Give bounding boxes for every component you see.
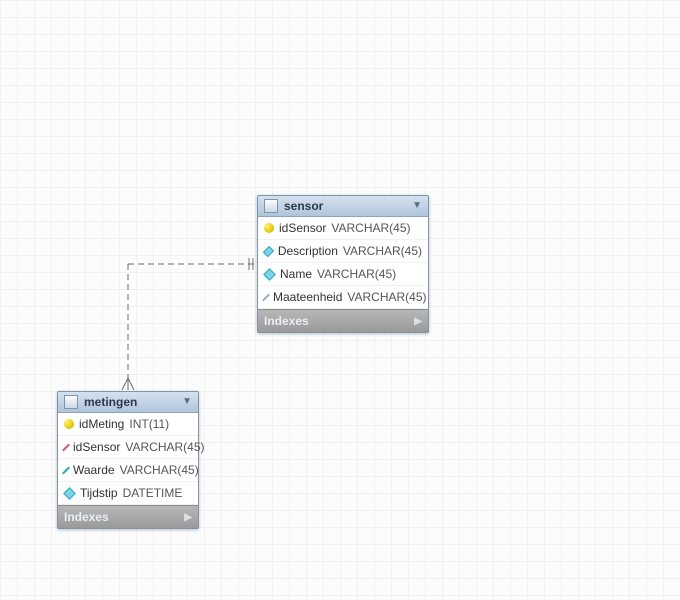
column-name: Maateenheid (273, 290, 342, 304)
column-idSensor[interactable]: idSensor VARCHAR(45) (258, 217, 428, 240)
column-name: Description (278, 244, 338, 258)
column-name: idSensor (279, 221, 326, 235)
indexes-section[interactable]: Indexes ▶ (258, 309, 428, 332)
table-header-sensor[interactable]: sensor ▼ (258, 196, 428, 217)
column-type: VARCHAR(45) (347, 290, 426, 304)
attribute-icon (263, 268, 276, 281)
column-idSensor[interactable]: idSensor VARCHAR(45) (58, 436, 198, 459)
collapse-icon[interactable]: ▼ (182, 397, 192, 407)
column-Tijdstip[interactable]: Tijdstip DATETIME (58, 482, 198, 505)
column-name: idSensor (73, 440, 120, 454)
attribute-icon (63, 487, 76, 500)
table-metingen[interactable]: metingen ▼ idMeting INT(11) idSensor VAR… (57, 391, 199, 529)
column-type: VARCHAR(45) (343, 244, 422, 258)
column-type: VARCHAR(45) (331, 221, 410, 235)
table-title: sensor (284, 199, 323, 213)
attribute-icon (62, 466, 70, 474)
primary-key-icon (64, 419, 74, 429)
column-name: Tijdstip (80, 486, 118, 500)
column-Waarde[interactable]: Waarde VARCHAR(45) (58, 459, 198, 482)
column-name: Name (280, 267, 312, 281)
table-title: metingen (84, 395, 137, 409)
column-idMeting[interactable]: idMeting INT(11) (58, 413, 198, 436)
column-type: VARCHAR(45) (125, 440, 204, 454)
table-header-metingen[interactable]: metingen ▼ (58, 392, 198, 413)
column-Name[interactable]: Name VARCHAR(45) (258, 263, 428, 286)
er-diagram-canvas[interactable]: sensor ▼ idSensor VARCHAR(45) Descriptio… (0, 0, 680, 600)
column-Maateenheid[interactable]: Maateenheid VARCHAR(45) (258, 286, 428, 309)
indexes-label: Indexes (264, 314, 309, 328)
table-icon (264, 199, 278, 213)
indexes-label: Indexes (64, 510, 109, 524)
table-icon (64, 395, 78, 409)
indexes-section[interactable]: Indexes ▶ (58, 505, 198, 528)
primary-key-icon (264, 223, 274, 233)
column-type: VARCHAR(45) (120, 463, 199, 477)
expand-icon[interactable]: ▶ (184, 512, 192, 523)
column-type: DATETIME (123, 486, 183, 500)
collapse-icon[interactable]: ▼ (412, 201, 422, 211)
column-Description[interactable]: Description VARCHAR(45) (258, 240, 428, 263)
attribute-icon (262, 293, 270, 301)
expand-icon[interactable]: ▶ (414, 316, 422, 327)
attribute-icon (263, 245, 274, 256)
column-type: VARCHAR(45) (317, 267, 396, 281)
table-sensor[interactable]: sensor ▼ idSensor VARCHAR(45) Descriptio… (257, 195, 429, 333)
column-type: INT(11) (129, 417, 169, 431)
foreign-key-icon (62, 443, 70, 451)
column-name: idMeting (79, 417, 124, 431)
column-name: Waarde (73, 463, 115, 477)
